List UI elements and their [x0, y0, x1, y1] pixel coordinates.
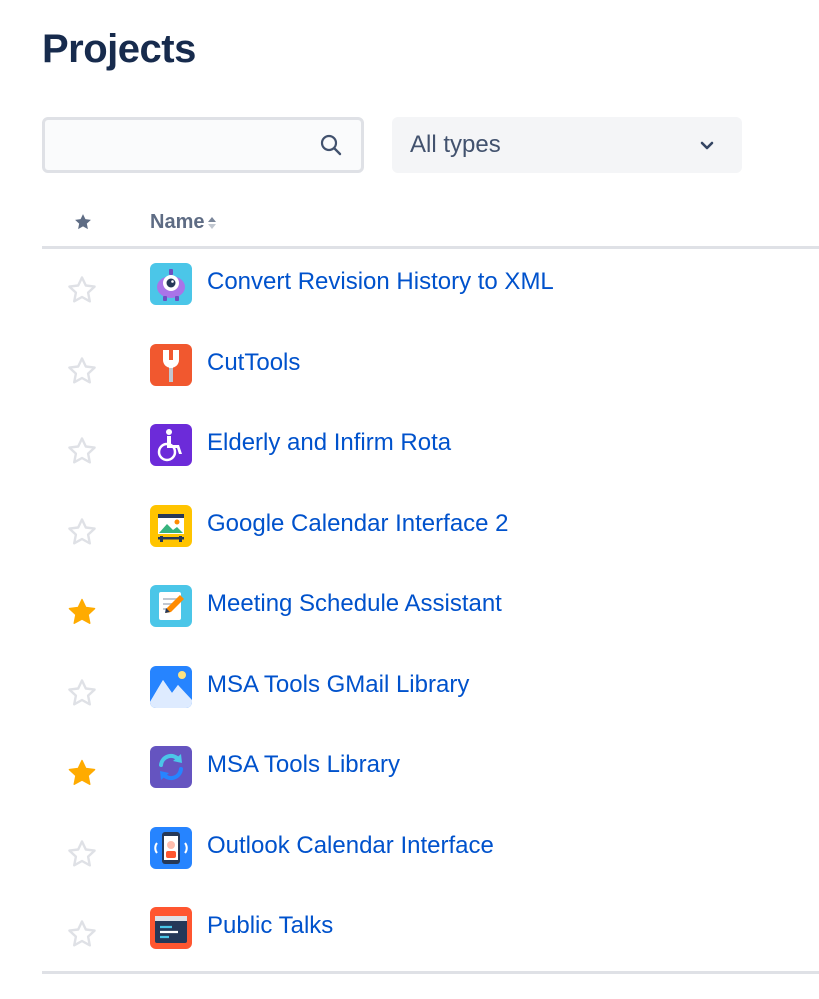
search-icon[interactable]	[319, 133, 343, 157]
project-link[interactable]: MSA Tools GMail Library	[207, 671, 469, 699]
project-link[interactable]: Outlook Calendar Interface	[207, 832, 494, 860]
project-link[interactable]: Google Calendar Interface 2	[207, 510, 509, 538]
search-input[interactable]	[45, 120, 333, 170]
wheelchair-icon	[150, 424, 192, 466]
name-column-header-label: Name	[150, 211, 205, 233]
table-bottom-divider	[42, 971, 819, 974]
chevron-down-icon	[700, 141, 714, 150]
project-link[interactable]: Elderly and Infirm Rota	[207, 429, 451, 457]
star-toggle-icon[interactable]	[66, 435, 98, 467]
table-row: Convert Revision History to XML	[42, 249, 819, 330]
code-window-icon	[150, 907, 192, 949]
calendar-picture-icon	[150, 504, 192, 547]
project-link[interactable]: Public Talks	[207, 912, 333, 940]
star-toggle-icon[interactable]	[66, 677, 98, 709]
table-row: Meeting Schedule Assistant	[42, 571, 819, 652]
notepad-pencil-icon	[150, 585, 192, 627]
table-row: CutTools	[42, 330, 819, 411]
phone-person-icon	[150, 826, 192, 869]
star-toggle-icon[interactable]	[66, 516, 98, 548]
project-type-select[interactable]: All types	[392, 117, 742, 173]
table-row: Outlook Calendar Interface	[42, 813, 819, 894]
project-link[interactable]: Convert Revision History to XML	[207, 268, 554, 296]
name-column-header[interactable]: Name	[150, 211, 217, 234]
table-header: Name	[42, 200, 819, 249]
page-title: Projects	[42, 27, 196, 71]
table-row: MSA Tools GMail Library	[42, 652, 819, 733]
project-link[interactable]: MSA Tools Library	[207, 751, 400, 779]
project-type-selected-label: All types	[410, 131, 501, 158]
table-row: Google Calendar Interface 2	[42, 491, 819, 572]
star-toggle-icon[interactable]	[66, 838, 98, 870]
star-toggle-icon[interactable]	[66, 757, 98, 789]
star-toggle-icon[interactable]	[66, 918, 98, 950]
star-toggle-icon[interactable]	[66, 274, 98, 306]
star-column-header-icon	[75, 214, 91, 230]
refresh-arrows-icon	[150, 746, 192, 788]
table-row: MSA Tools Library	[42, 732, 819, 813]
star-toggle-icon[interactable]	[66, 596, 98, 628]
sort-icon[interactable]	[207, 215, 217, 231]
table-row: Public Talks	[42, 893, 819, 974]
robot-avatar-icon	[150, 263, 192, 305]
projects-page: Projects All types Name Convert Revision…	[0, 0, 819, 999]
search-field[interactable]	[42, 117, 364, 173]
mountain-icon	[150, 665, 192, 708]
project-link[interactable]: CutTools	[207, 349, 300, 377]
star-toggle-icon[interactable]	[66, 355, 98, 387]
wrench-icon	[150, 343, 192, 386]
table-row: Elderly and Infirm Rota	[42, 410, 819, 491]
project-list: Convert Revision History to XML CutTools	[42, 249, 819, 974]
project-link[interactable]: Meeting Schedule Assistant	[207, 590, 502, 618]
